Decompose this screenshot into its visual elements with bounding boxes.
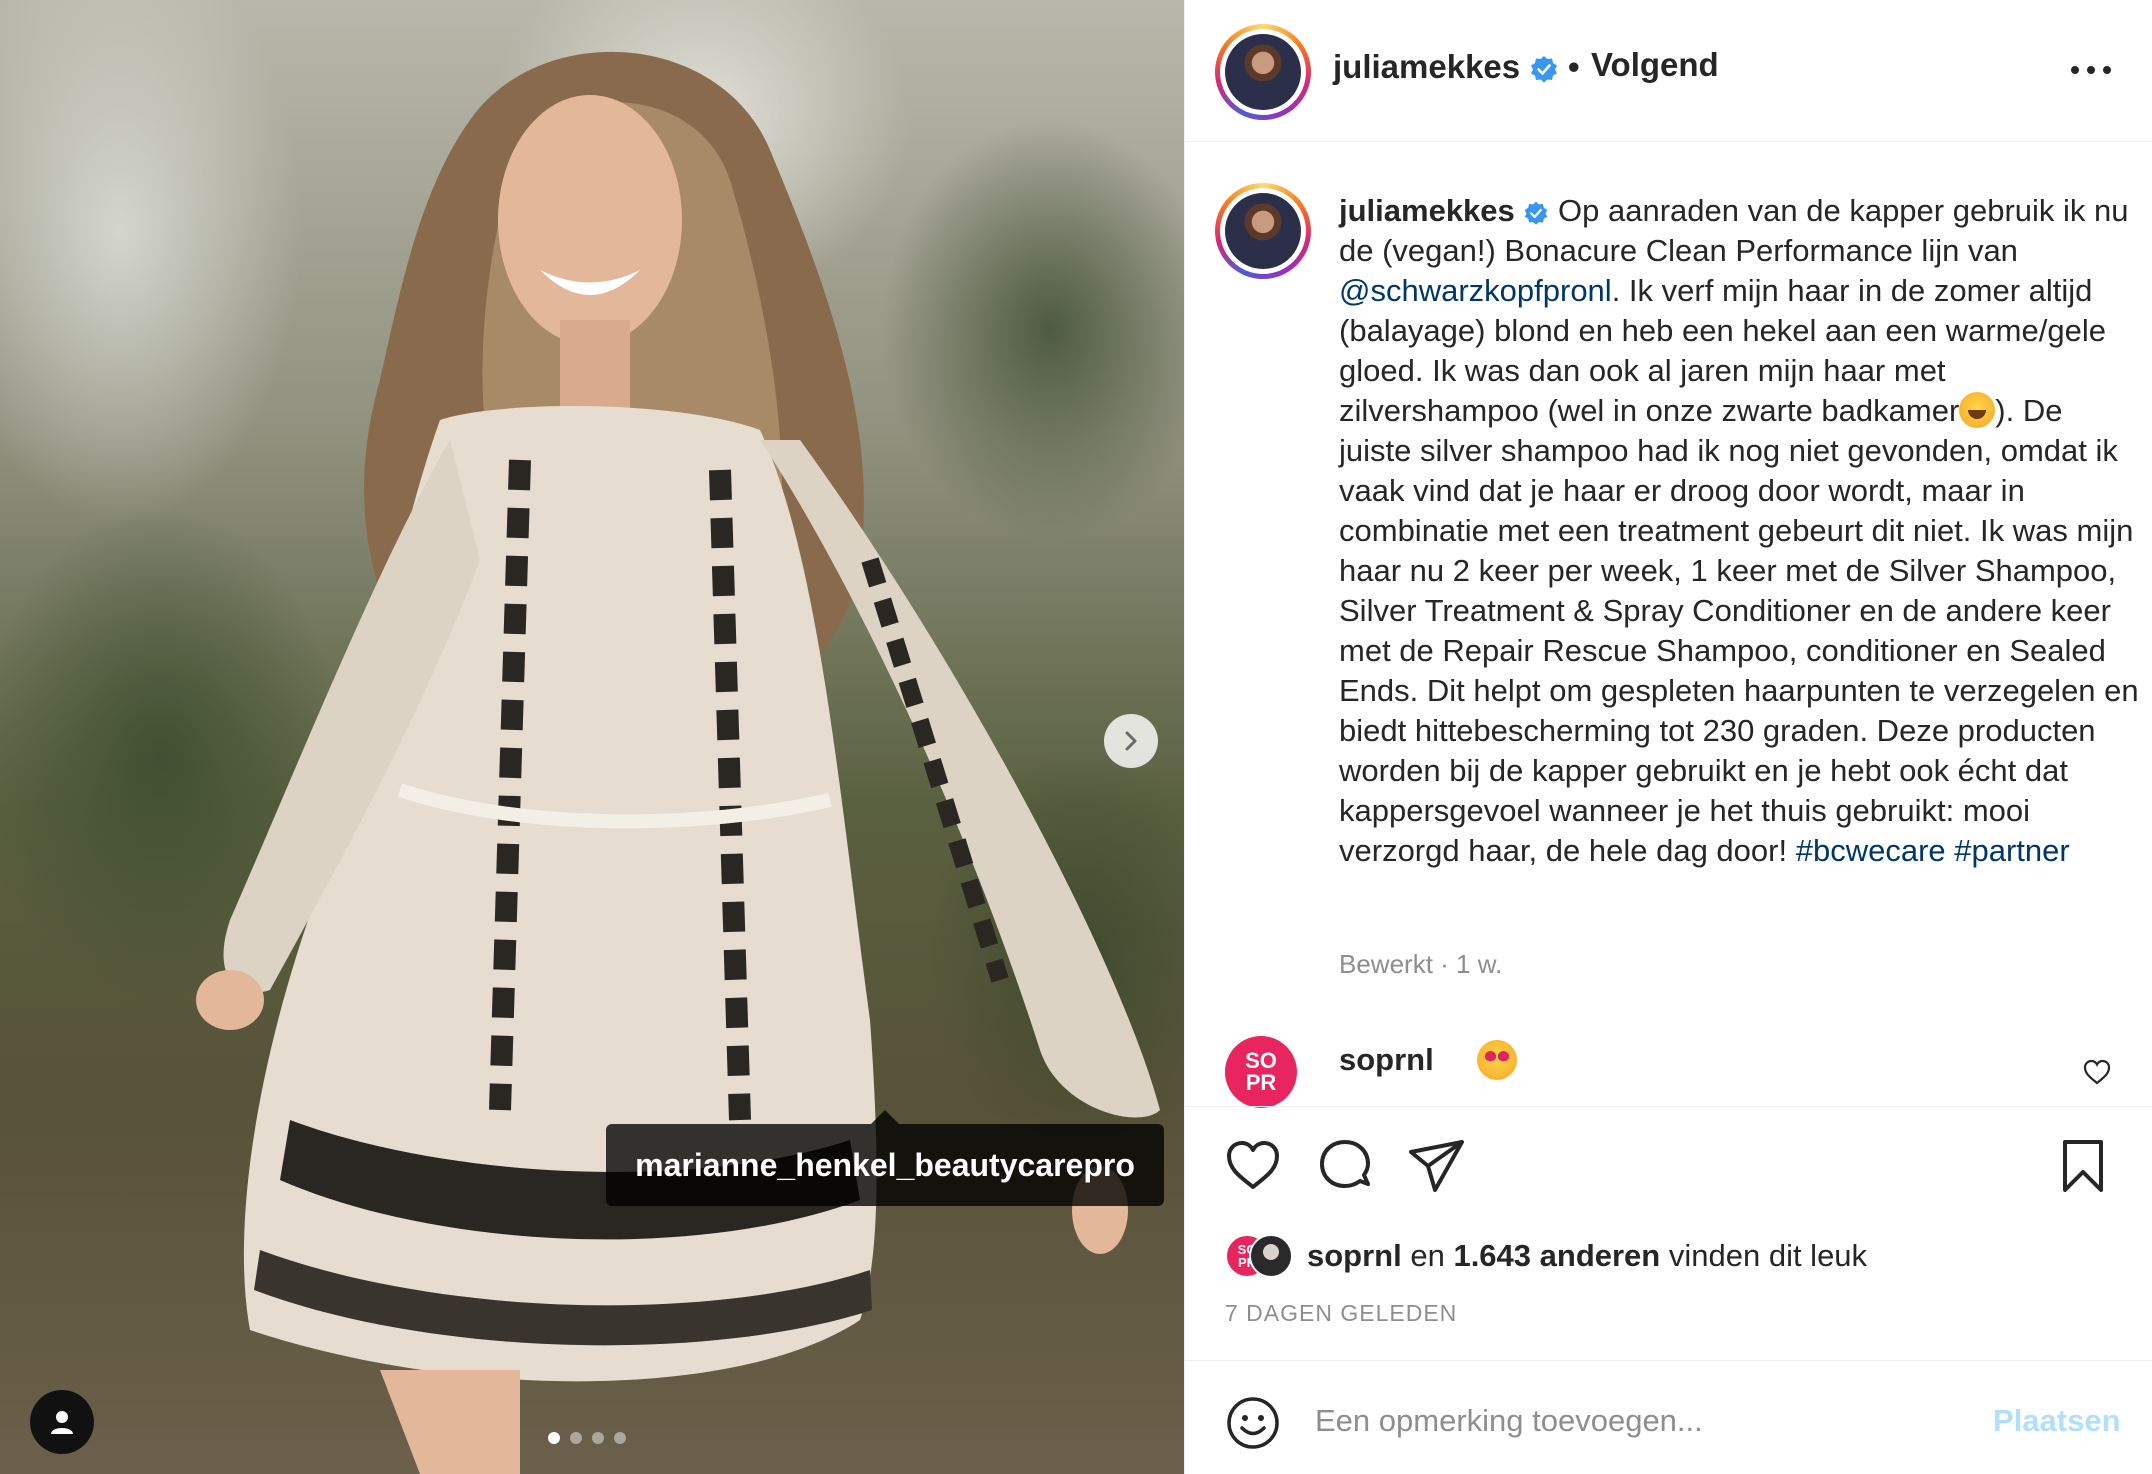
action-bar bbox=[1185, 1136, 2152, 1196]
more-dot bbox=[2103, 66, 2111, 74]
heart-eyes-emoji-icon bbox=[1477, 1040, 1517, 1080]
post-header: juliamekkes • Volgend bbox=[1185, 0, 2152, 142]
divider bbox=[1185, 1106, 2152, 1107]
carousel-indicator bbox=[548, 1432, 626, 1444]
tagged-user-label[interactable]: marianne_henkel_beautycarepro bbox=[606, 1110, 1164, 1206]
comment-item: SO PR soprnl bbox=[1185, 1036, 2152, 1108]
more-dot bbox=[2071, 66, 2079, 74]
likes-summary: SO PR soprnl en 1.643 anderen vinden dit… bbox=[1185, 1232, 2152, 1282]
likes-connector: en bbox=[1401, 1238, 1454, 1273]
comment-icon[interactable] bbox=[1315, 1136, 1375, 1196]
chevron-right-icon bbox=[1125, 731, 1137, 751]
commenter-username[interactable]: soprnl bbox=[1339, 1042, 1434, 1078]
emoji-picker-icon[interactable] bbox=[1225, 1395, 1281, 1451]
carousel-dot bbox=[548, 1432, 560, 1444]
header-avatar[interactable] bbox=[1215, 24, 1311, 120]
post-photo[interactable]: marianne_henkel_beautycarepro bbox=[0, 0, 1184, 1474]
liker-avatar[interactable] bbox=[1249, 1234, 1293, 1278]
next-photo-button[interactable] bbox=[1104, 714, 1158, 768]
photo-subject bbox=[196, 51, 1160, 1474]
more-options-button[interactable] bbox=[2071, 62, 2123, 78]
verified-badge-icon bbox=[1525, 201, 1548, 225]
post-details-panel: juliamekkes • Volgend juliamekkes Op aan… bbox=[1184, 0, 2152, 1474]
header-separator: • bbox=[1568, 48, 1580, 85]
caption-text: juliamekkes Op aanraden van de kapper ge… bbox=[1339, 191, 2139, 871]
laughing-emoji-icon bbox=[1959, 392, 1996, 428]
instagram-post: marianne_henkel_beautycarepro juliamekke… bbox=[0, 0, 2152, 1474]
following-button[interactable]: Volgend bbox=[1591, 46, 1719, 84]
avatar-text: SO bbox=[1245, 1048, 1277, 1073]
hashtag-link[interactable]: #bcwecare bbox=[1796, 833, 1946, 868]
caption-avatar[interactable] bbox=[1215, 183, 1311, 279]
carousel-dot bbox=[614, 1432, 626, 1444]
post-date[interactable]: 7 DAGEN GELEDEN bbox=[1225, 1300, 1457, 1327]
carousel-dot bbox=[570, 1432, 582, 1444]
post-comment-button[interactable]: Plaatsen bbox=[1993, 1403, 2121, 1439]
hashtag-link[interactable]: #partner bbox=[1954, 833, 2069, 868]
liker-username[interactable]: soprnl bbox=[1307, 1238, 1402, 1273]
like-heart-icon[interactable] bbox=[1223, 1136, 1283, 1196]
caption-body-3: ). De juiste silver shampoo had ik nog n… bbox=[1339, 393, 2139, 868]
likes-text: soprnl en 1.643 anderen vinden dit leuk bbox=[1307, 1238, 1867, 1274]
header-username[interactable]: juliamekkes bbox=[1333, 48, 1559, 86]
caption-section: juliamekkes Op aanraden van de kapper ge… bbox=[1185, 143, 2152, 1105]
verified-badge-icon bbox=[1531, 56, 1558, 83]
commenter-avatar[interactable]: SO PR bbox=[1225, 1036, 1297, 1108]
user-icon bbox=[51, 1411, 73, 1434]
likes-count[interactable]: 1.643 anderen bbox=[1453, 1238, 1660, 1273]
caption-username[interactable]: juliamekkes bbox=[1339, 193, 1515, 228]
share-send-icon[interactable] bbox=[1407, 1136, 1467, 1196]
avatar-text: PR bbox=[1245, 1070, 1277, 1095]
caption-meta: Bewerkt · 1 w. bbox=[1339, 949, 1503, 979]
comment-input[interactable] bbox=[1315, 1391, 1915, 1451]
header-username-text[interactable]: juliamekkes bbox=[1333, 48, 1520, 85]
add-comment-bar: Plaatsen bbox=[1185, 1361, 2152, 1474]
carousel-dot bbox=[592, 1432, 604, 1444]
more-dot bbox=[2087, 66, 2095, 74]
likes-suffix: vinden dit leuk bbox=[1660, 1238, 1868, 1273]
comment-like-heart-icon[interactable] bbox=[2081, 1056, 2113, 1088]
show-tags-button[interactable] bbox=[30, 1390, 94, 1454]
bookmark-icon[interactable] bbox=[2053, 1136, 2113, 1196]
mention-link[interactable]: @schwarzkopfpronl bbox=[1339, 273, 1612, 308]
